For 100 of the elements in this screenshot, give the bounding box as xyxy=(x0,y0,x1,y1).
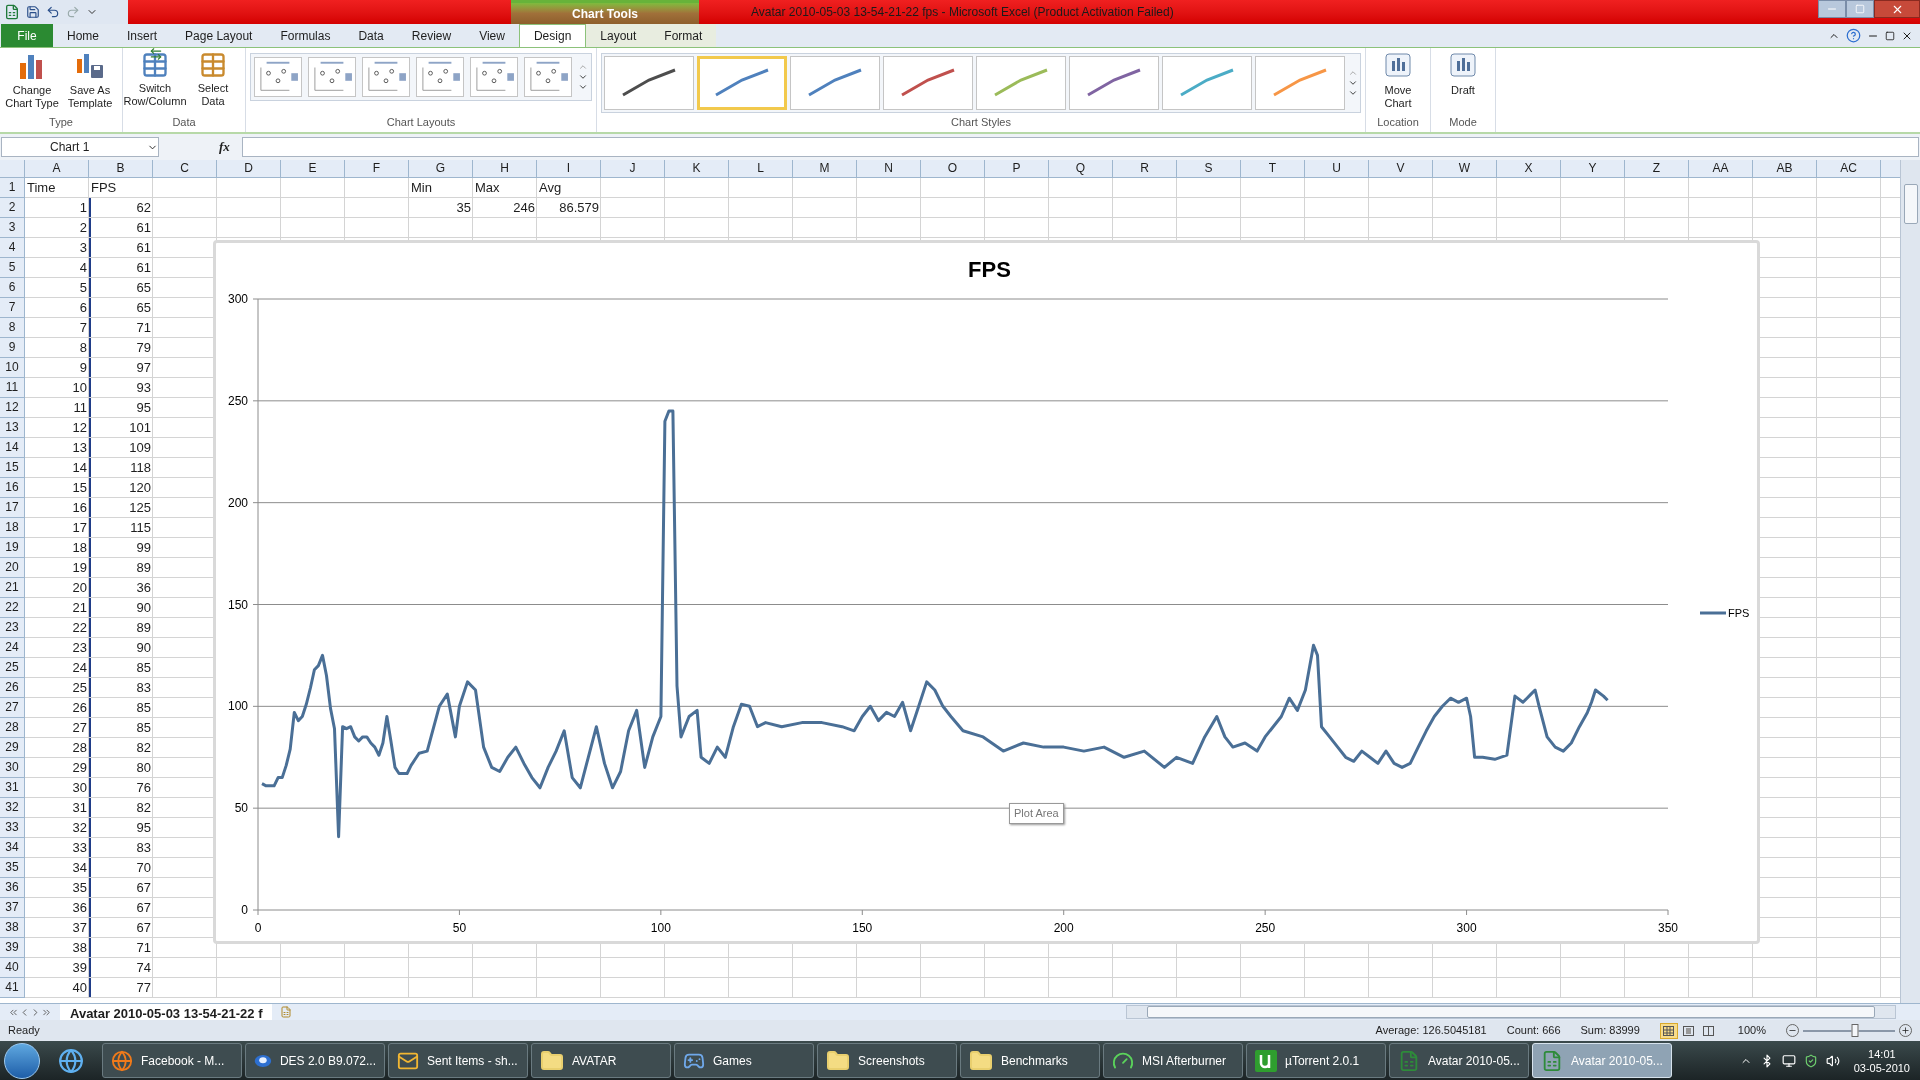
name-box[interactable]: Chart 1 xyxy=(1,137,159,157)
ribbon-button[interactable]: Select Data xyxy=(185,51,241,108)
column-header[interactable]: N xyxy=(857,160,921,177)
gallery-more-icon[interactable] xyxy=(578,62,588,92)
chart-layout-thumbnail[interactable] xyxy=(254,57,302,97)
row-header[interactable]: 13 xyxy=(0,418,25,438)
formula-label[interactable]: fx xyxy=(213,137,236,157)
column-header[interactable]: AB xyxy=(1753,160,1817,177)
ribbon-tab[interactable]: Home xyxy=(53,24,113,47)
row-header[interactable]: 36 xyxy=(0,878,25,898)
save-icon[interactable] xyxy=(26,5,40,19)
row-header[interactable]: 39 xyxy=(0,938,25,958)
chart-style-thumbnail[interactable] xyxy=(883,56,973,110)
row-header[interactable]: 29 xyxy=(0,738,25,758)
chart-style-thumbnail[interactable] xyxy=(976,56,1066,110)
zoom-slider-thumb[interactable] xyxy=(1851,1023,1858,1037)
ribbon-tab[interactable]: Page Layout xyxy=(171,24,267,47)
taskbar-button[interactable]: DES 2.0 B9.072... xyxy=(245,1043,385,1078)
column-header[interactable]: A xyxy=(25,160,89,177)
row-header[interactable]: 1 xyxy=(0,178,25,198)
minimize-button[interactable] xyxy=(1818,0,1846,18)
row-header[interactable]: 35 xyxy=(0,858,25,878)
start-button[interactable] xyxy=(4,1042,40,1079)
chart-layout-thumbnail[interactable] xyxy=(470,57,518,97)
chart-style-thumbnail[interactable] xyxy=(1162,56,1252,110)
row-header[interactable]: 21 xyxy=(0,578,25,598)
ribbon-button[interactable]: Move Chart xyxy=(1370,51,1426,110)
row-header[interactable]: 5 xyxy=(0,258,25,278)
column-header[interactable]: G xyxy=(409,160,473,177)
row-header[interactable]: 32 xyxy=(0,798,25,818)
ribbon-tab[interactable]: Layout xyxy=(586,24,651,47)
row-header[interactable]: 6 xyxy=(0,278,25,298)
taskbar-button[interactable]: Sent Items - sh... xyxy=(388,1043,528,1078)
column-header[interactable]: S xyxy=(1177,160,1241,177)
column-header[interactable]: V xyxy=(1369,160,1433,177)
column-header[interactable]: O xyxy=(921,160,985,177)
row-header[interactable]: 12 xyxy=(0,398,25,418)
file-tab[interactable]: File xyxy=(1,24,53,47)
column-header[interactable]: I xyxy=(537,160,601,177)
chart-layout-thumbnail[interactable] xyxy=(416,57,464,97)
excel-logo-icon[interactable] xyxy=(4,4,20,20)
column-header[interactable]: P xyxy=(985,160,1049,177)
chart-style-thumbnail[interactable] xyxy=(1069,56,1159,110)
column-header[interactable]: Y xyxy=(1561,160,1625,177)
ribbon-button[interactable]: Save As Template xyxy=(62,51,118,110)
formula-field[interactable] xyxy=(241,137,1919,157)
network-icon[interactable] xyxy=(1781,1053,1796,1068)
column-header[interactable]: F xyxy=(345,160,409,177)
row-header[interactable]: 38 xyxy=(0,918,25,938)
column-header[interactable]: M xyxy=(793,160,857,177)
column-header[interactable]: J xyxy=(601,160,665,177)
row-header[interactable]: 10 xyxy=(0,358,25,378)
column-header[interactable]: B xyxy=(89,160,153,177)
ribbon-tab[interactable]: Insert xyxy=(113,24,172,47)
row-header[interactable]: 2 xyxy=(0,198,25,218)
taskbar-button[interactable]: MSI Afterburner xyxy=(1103,1043,1243,1078)
taskbar-button[interactable]: Games xyxy=(674,1043,814,1078)
row-header[interactable]: 41 xyxy=(0,978,25,998)
normal-view-button[interactable] xyxy=(1659,1022,1678,1039)
taskbar-button[interactable]: Avatar 2010-05... xyxy=(1389,1043,1529,1078)
row-header[interactable]: 22 xyxy=(0,598,25,618)
row-header[interactable]: 26 xyxy=(0,678,25,698)
taskbar-button[interactable]: Screenshots xyxy=(817,1043,957,1078)
row-header[interactable]: 4 xyxy=(0,238,25,258)
taskbar-button[interactable]: AVATAR xyxy=(531,1043,671,1078)
column-header[interactable]: K xyxy=(665,160,729,177)
ribbon-tab[interactable]: View xyxy=(465,24,519,47)
ribbon-tab[interactable]: Review xyxy=(397,24,466,47)
close-button[interactable] xyxy=(1874,0,1920,18)
column-header[interactable]: H xyxy=(473,160,537,177)
ribbon-tab[interactable]: Data xyxy=(344,24,398,47)
row-header[interactable]: 34 xyxy=(0,838,25,858)
taskbar-button[interactable]: Facebook - M... xyxy=(102,1043,242,1078)
column-header[interactable]: Q xyxy=(1049,160,1113,177)
sheet-tab[interactable]: Avatar 2010-05-03 13-54-21-22 f xyxy=(60,1003,273,1021)
column-header[interactable]: AA xyxy=(1689,160,1753,177)
row-header[interactable]: 11 xyxy=(0,378,25,398)
taskbar-button[interactable]: Benchmarks xyxy=(960,1043,1100,1078)
ribbon-tab[interactable]: Formulas xyxy=(266,24,345,47)
row-header[interactable]: 7 xyxy=(0,298,25,318)
row-header[interactable]: 17 xyxy=(0,498,25,518)
row-header[interactable]: 27 xyxy=(0,698,25,718)
row-header[interactable]: 24 xyxy=(0,638,25,658)
column-header[interactable]: W xyxy=(1433,160,1497,177)
clock-date[interactable]: 03-05-2010 xyxy=(1853,1060,1910,1075)
maximize-button[interactable] xyxy=(1846,0,1874,18)
row-header[interactable]: 8 xyxy=(0,318,25,338)
row-header[interactable]: 25 xyxy=(0,658,25,678)
speaker-icon[interactable] xyxy=(1825,1053,1840,1068)
zoom-in-icon[interactable] xyxy=(1899,1024,1912,1037)
help-icon[interactable] xyxy=(1846,28,1861,43)
column-header[interactable]: E xyxy=(281,160,345,177)
row-header[interactable]: 16 xyxy=(0,478,25,498)
chart-layout-thumbnail[interactable] xyxy=(524,57,572,97)
row-header[interactable]: 28 xyxy=(0,718,25,738)
zoom-percent[interactable]: 100% xyxy=(1737,1022,1766,1039)
chart-layout-thumbnail[interactable] xyxy=(362,57,410,97)
insert-sheet-icon[interactable] xyxy=(280,1006,293,1018)
column-header[interactable]: C xyxy=(153,160,217,177)
horizontal-scrollbar[interactable] xyxy=(1126,1005,1896,1019)
